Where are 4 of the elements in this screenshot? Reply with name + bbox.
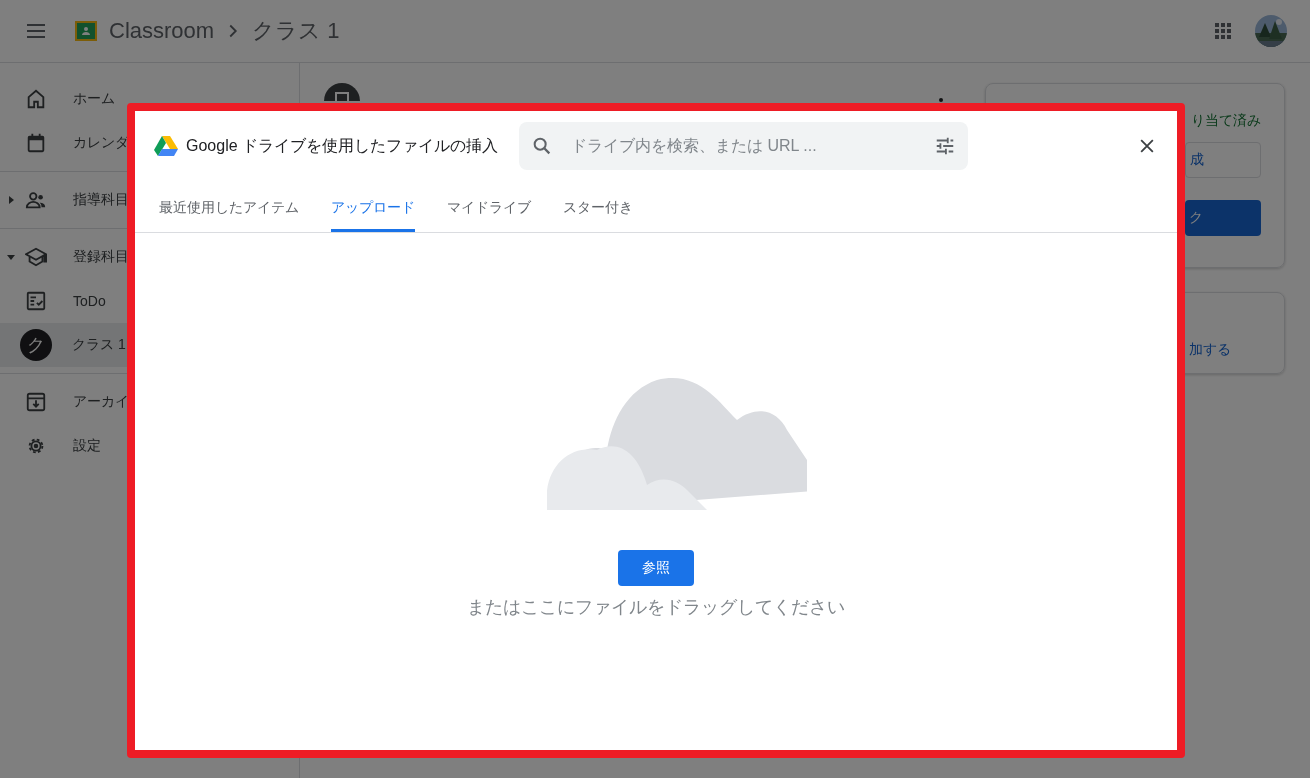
class-avatar: ク <box>20 329 52 361</box>
status-text: り当て済み <box>1190 112 1261 130</box>
dialog-title: Google ドライブを使用したファイルの挿入 <box>186 135 500 156</box>
drop-hint: またはここにファイルをドラッグしてください <box>467 596 845 619</box>
